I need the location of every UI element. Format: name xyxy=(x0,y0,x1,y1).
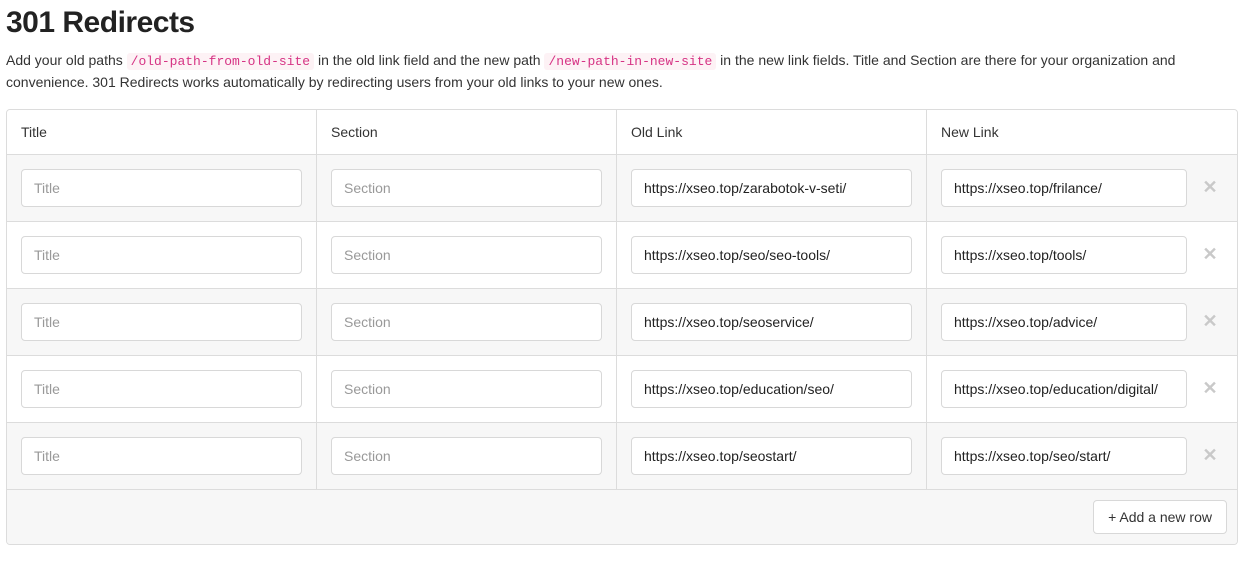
cell-new-link: ✕ xyxy=(927,222,1237,288)
cell-section xyxy=(317,356,617,422)
old-link-input[interactable] xyxy=(631,370,912,408)
col-old-link: Old Link xyxy=(617,110,927,154)
table-body: ✕ ✕ ✕ ✕ ✕ xyxy=(7,155,1237,489)
cell-section xyxy=(317,423,617,489)
cell-section xyxy=(317,155,617,221)
title-input[interactable] xyxy=(21,303,302,341)
table-row: ✕ xyxy=(7,289,1237,356)
table-row: ✕ xyxy=(7,356,1237,423)
section-input[interactable] xyxy=(331,437,602,475)
col-title: Title xyxy=(7,110,317,154)
desc-code-new: /new-path-in-new-site xyxy=(544,53,716,70)
table-row: ✕ xyxy=(7,423,1237,489)
cell-old-link xyxy=(617,155,927,221)
table-row: ✕ xyxy=(7,155,1237,222)
old-link-input[interactable] xyxy=(631,236,912,274)
delete-row-button[interactable]: ✕ xyxy=(1197,175,1223,201)
section-input[interactable] xyxy=(331,370,602,408)
cell-title xyxy=(7,155,317,221)
cell-title xyxy=(7,423,317,489)
old-link-input[interactable] xyxy=(631,303,912,341)
cell-title xyxy=(7,222,317,288)
redirects-table: Title Section Old Link New Link ✕ ✕ ✕ ✕ ✕ + … xyxy=(6,109,1238,545)
table-row: ✕ xyxy=(7,222,1237,289)
desc-code-old: /old-path-from-old-site xyxy=(127,53,314,70)
cell-old-link xyxy=(617,423,927,489)
desc-text-1: Add your old paths xyxy=(6,52,127,68)
cell-title xyxy=(7,289,317,355)
delete-row-button[interactable]: ✕ xyxy=(1197,309,1223,335)
table-header: Title Section Old Link New Link xyxy=(7,110,1237,155)
title-input[interactable] xyxy=(21,236,302,274)
desc-text-2: in the old link field and the new path xyxy=(314,52,544,68)
cell-old-link xyxy=(617,222,927,288)
old-link-input[interactable] xyxy=(631,169,912,207)
cell-title xyxy=(7,356,317,422)
add-row-button[interactable]: + Add a new row xyxy=(1093,500,1227,534)
cell-new-link: ✕ xyxy=(927,155,1237,221)
page-description: Add your old paths /old-path-from-old-si… xyxy=(6,50,1238,93)
section-input[interactable] xyxy=(331,303,602,341)
col-new-link: New Link xyxy=(927,110,1237,154)
cell-section xyxy=(317,289,617,355)
delete-row-button[interactable]: ✕ xyxy=(1197,443,1223,469)
cell-new-link: ✕ xyxy=(927,356,1237,422)
cell-old-link xyxy=(617,356,927,422)
delete-row-button[interactable]: ✕ xyxy=(1197,376,1223,402)
cell-old-link xyxy=(617,289,927,355)
cell-new-link: ✕ xyxy=(927,289,1237,355)
cell-section xyxy=(317,222,617,288)
old-link-input[interactable] xyxy=(631,437,912,475)
new-link-input[interactable] xyxy=(941,236,1187,274)
title-input[interactable] xyxy=(21,370,302,408)
new-link-input[interactable] xyxy=(941,370,1187,408)
page-title: 301 Redirects xyxy=(6,6,1238,40)
section-input[interactable] xyxy=(331,236,602,274)
col-section: Section xyxy=(317,110,617,154)
delete-row-button[interactable]: ✕ xyxy=(1197,242,1223,268)
title-input[interactable] xyxy=(21,169,302,207)
new-link-input[interactable] xyxy=(941,169,1187,207)
section-input[interactable] xyxy=(331,169,602,207)
cell-new-link: ✕ xyxy=(927,423,1237,489)
title-input[interactable] xyxy=(21,437,302,475)
new-link-input[interactable] xyxy=(941,303,1187,341)
table-footer: + Add a new row xyxy=(7,489,1237,544)
new-link-input[interactable] xyxy=(941,437,1187,475)
